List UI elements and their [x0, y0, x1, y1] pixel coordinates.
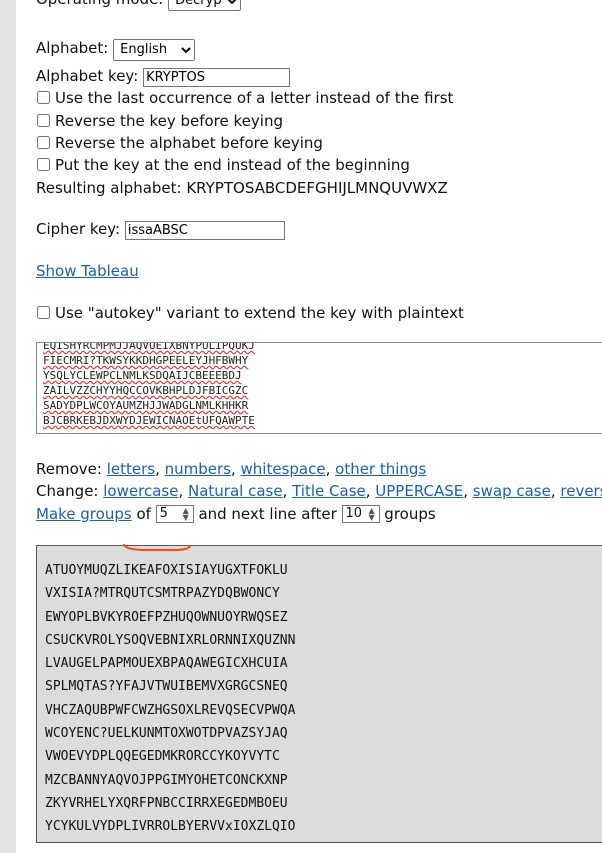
option-reverse-alphabet-label: Reverse the alphabet before keying	[55, 134, 323, 152]
alphabet-label: Alphabet:	[36, 39, 109, 57]
autokey-label: Use "autokey" variant to extend the key …	[55, 304, 464, 322]
alphabet-row: Alphabet: English	[36, 38, 196, 61]
remove-label: Remove:	[36, 460, 107, 478]
change-title-case-link[interactable]: Title Case	[292, 482, 366, 500]
change-swap-case-link[interactable]: swap case	[473, 482, 551, 500]
alphabet-select[interactable]: English	[113, 38, 196, 61]
change-natural-case-link[interactable]: Natural case	[188, 482, 283, 500]
option-last-occurrence-label: Use the last occurrence of a letter inst…	[55, 89, 454, 107]
autokey-option[interactable]: Use "autokey" variant to extend the key …	[36, 303, 464, 323]
operating-mode-row: Operating mode: Decrypt	[36, 0, 242, 11]
option-last-occurrence-checkbox[interactable]	[37, 91, 50, 104]
groups-per-line-spinner[interactable]: 10 ▲ ▼	[341, 505, 380, 523]
option-reverse-key-checkbox[interactable]	[37, 114, 50, 127]
orange-annotation-mark	[122, 543, 192, 552]
change-reverse-link[interactable]: reverse	[560, 482, 602, 500]
alphabet-key-row: Alphabet key:	[36, 66, 291, 87]
option-reverse-key[interactable]: Reverse the key before keying	[36, 111, 283, 131]
cipher-key-row: Cipher key:	[36, 219, 285, 240]
alphabet-key-input[interactable]	[143, 68, 291, 87]
show-tableau-row: Show Tableau	[36, 261, 139, 281]
output-text: ATUOYMUQZLIKEAFOXISIAYUGXTFOKLU VXISIA?M…	[45, 563, 296, 835]
option-key-at-end-checkbox[interactable]	[37, 158, 50, 171]
remove-whitespace-link[interactable]: whitespace	[241, 460, 326, 478]
show-tableau-link[interactable]: Show Tableau	[36, 262, 139, 280]
cipher-key-input[interactable]	[124, 221, 285, 240]
remove-other-things-link[interactable]: other things	[335, 460, 426, 478]
option-key-at-end[interactable]: Put the key at the end instead of the be…	[36, 155, 410, 175]
spinner-arrows-icon[interactable]: ▲ ▼	[180, 507, 192, 522]
make-groups-link[interactable]: Make groups	[36, 505, 132, 523]
operating-mode-label: Operating mode:	[36, 0, 163, 8]
resulting-alphabet: Resulting alphabet: KRYPTOSABCDEFGHIJLMN…	[36, 179, 448, 197]
option-reverse-key-label: Reverse the key before keying	[55, 112, 283, 130]
change-uppercase-link[interactable]: UPPERCASE	[375, 482, 463, 500]
input-text: EQISHYRCMPMJJAQVUEIXBNYPULIPQUKJ FIECMRI…	[43, 342, 255, 427]
cipher-key-label: Cipher key:	[36, 220, 121, 238]
change-lowercase-link[interactable]: lowercase	[103, 482, 178, 500]
remove-row: Remove: letters, numbers, whitespace, ot…	[36, 460, 427, 478]
input-textarea[interactable]: EQISHYRCMPMJJAQVUEIXBNYPULIPQUKJ FIECMRI…	[36, 342, 602, 434]
remove-letters-link[interactable]: letters	[107, 460, 155, 478]
option-reverse-alphabet[interactable]: Reverse the alphabet before keying	[36, 133, 323, 153]
change-label: Change:	[36, 482, 104, 500]
option-key-at-end-label: Put the key at the end instead of the be…	[55, 156, 410, 174]
autokey-checkbox[interactable]	[37, 306, 50, 319]
operating-mode-select[interactable]: Decrypt	[168, 0, 242, 11]
output-textarea[interactable]: ATUOYMUQZLIKEAFOXISIAYUGXTFOKLU VXISIA?M…	[36, 545, 602, 843]
option-last-occurrence[interactable]: Use the last occurrence of a letter inst…	[36, 88, 453, 108]
remove-numbers-link[interactable]: numbers	[165, 460, 231, 478]
change-row: Change: lowercase, Natural case, Title C…	[36, 481, 602, 501]
spinner-arrows-icon[interactable]: ▲ ▼	[366, 507, 378, 522]
left-margin-bar	[0, 0, 16, 853]
alphabet-key-label: Alphabet key:	[36, 67, 139, 85]
group-size-spinner[interactable]: 5 ▲ ▼	[155, 505, 194, 523]
groups-row: Make groups of 5 ▲ ▼ and next line after 1…	[36, 505, 436, 523]
option-reverse-alphabet-checkbox[interactable]	[37, 136, 50, 149]
